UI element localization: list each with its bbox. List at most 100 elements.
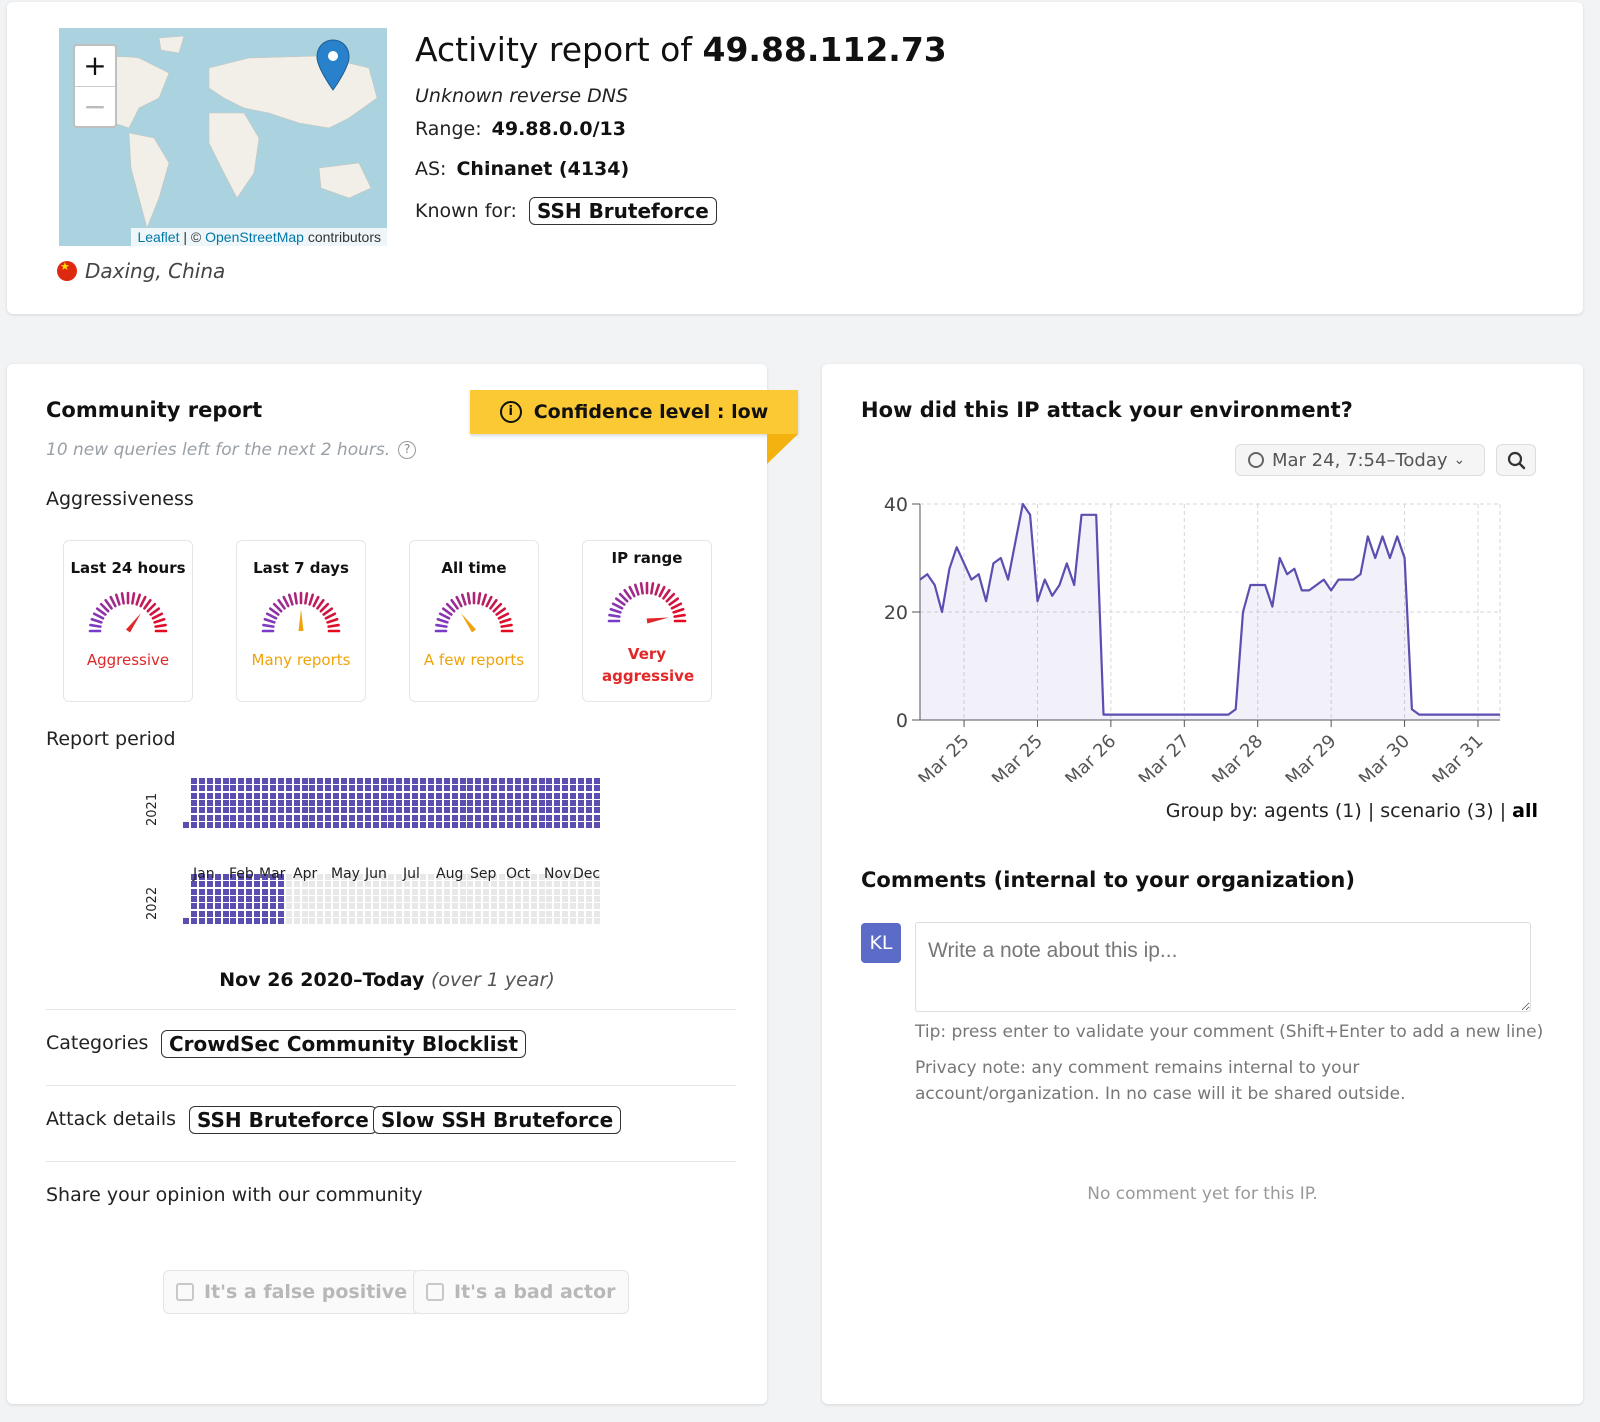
heatmap-cell: [285, 888, 292, 895]
gauge-tick: [312, 595, 320, 608]
heatmap-cell: [420, 888, 426, 895]
heatmap-cell: [214, 910, 221, 917]
heatmap-cell: [341, 888, 347, 895]
heatmap-cell: [277, 814, 284, 821]
gauge-tick: [623, 588, 632, 600]
heatmap-cell: [506, 778, 513, 784]
gauge-card: IP range Very aggressive: [582, 540, 712, 702]
heatmap-cell: [388, 917, 395, 924]
heatmap-cell: [348, 910, 355, 917]
heatmap-cell: [467, 807, 474, 814]
attack-detail-tag[interactable]: Slow SSH Bruteforce: [373, 1106, 622, 1134]
heatmap-cell: [301, 778, 308, 784]
heatmap-cell: [277, 910, 284, 917]
heatmap-cell: [364, 814, 371, 821]
heatmap-cell: [262, 910, 268, 917]
category-tag[interactable]: CrowdSec Community Blocklist: [161, 1030, 527, 1058]
group-by-options[interactable]: Group by: agents (1) | scenario (3) |: [1166, 800, 1506, 822]
heatmap-cell: [285, 792, 292, 799]
heatmap-cell: [514, 814, 521, 821]
attack-timeline-chart: 0 20 40 Mar 25 Mar 25 Mar 26 Mar 27 Mar 28 Mar 2…: [884, 494, 1501, 782]
known-for-tag[interactable]: SSH Bruteforce: [528, 197, 717, 225]
gauge-tick: [104, 598, 113, 610]
attack-detail-tag[interactable]: SSH Bruteforce: [189, 1106, 377, 1134]
group-by-all[interactable]: all: [1512, 800, 1538, 822]
heatmap-cell: [546, 785, 553, 792]
heatmap-cell: [522, 895, 529, 902]
heatmap-cell: [333, 807, 340, 814]
bad-actor-checkbox[interactable]: It's a bad actor: [413, 1270, 629, 1314]
location-map[interactable]: + − Leaflet | © OpenStreetMap contributo…: [59, 28, 387, 246]
zoom-out-button[interactable]: −: [75, 86, 115, 126]
heatmap-cell: [190, 881, 197, 888]
heatmap-cell: [317, 821, 324, 828]
heatmap-cell: [341, 821, 347, 828]
heatmap-cell: [348, 785, 355, 792]
heatmap-cell: [578, 785, 584, 792]
gauge-tick: [319, 602, 330, 613]
heatmap-cell: [530, 814, 537, 821]
heatmap-cell: [538, 807, 545, 814]
month-label: Jun: [365, 866, 387, 882]
zoom-in-button[interactable]: +: [75, 46, 115, 86]
gauge-tick: [304, 592, 309, 605]
heatmap-cell: [293, 814, 300, 821]
heatmap-cell: [190, 778, 197, 784]
gauge-tick: [672, 607, 685, 614]
ip-summary-card: + − Leaflet | © OpenStreetMap contributo…: [7, 2, 1583, 314]
heatmap-cell: [214, 821, 221, 828]
question-circle-icon[interactable]: ?: [398, 441, 417, 459]
gauge-tick: [262, 623, 275, 628]
heatmap-cell: [451, 814, 458, 821]
map-marker-icon[interactable]: [315, 38, 351, 94]
heatmap-cell: [388, 792, 395, 799]
privacy-note: Privacy note: any comment remains intern…: [915, 1058, 1406, 1104]
heatmap-cell: [404, 895, 411, 902]
comment-input[interactable]: [915, 922, 1531, 1012]
chevron-down-icon: ⌄: [1453, 452, 1466, 468]
gauge-tick: [146, 602, 157, 613]
gauge-tick: [477, 592, 482, 605]
false-positive-checkbox[interactable]: It's a false positive: [163, 1270, 421, 1314]
heatmap-cell: [451, 903, 458, 910]
leaflet-link[interactable]: Leaflet: [137, 229, 179, 245]
heatmap-cell: [206, 814, 213, 821]
heatmap-cell: [341, 881, 347, 888]
heatmap-cell: [491, 785, 498, 792]
heatmap-cell: [412, 792, 419, 799]
heatmap-cell: [467, 785, 474, 792]
heatmap-cell: [451, 910, 458, 917]
heatmap-cell: [412, 903, 419, 910]
heatmap-cell: [530, 821, 537, 828]
gauge-tick: [272, 602, 283, 613]
gauge-tick: [287, 593, 294, 606]
time-range-dropdown[interactable]: Mar 24, 7:54–Today ⌄: [1235, 444, 1485, 476]
heatmap-cell: [238, 792, 245, 799]
heatmap-cell: [530, 792, 537, 799]
heatmap-cell: [269, 799, 276, 806]
gauge-tick: [153, 617, 166, 624]
heatmap-cell: [396, 814, 403, 821]
heatmap-cell: [467, 821, 474, 828]
heatmap-cell: [427, 807, 434, 814]
comment-tip: Tip: press enter to validate your commen…: [915, 1022, 1544, 1042]
heatmap-cell: [570, 792, 577, 799]
heatmap-cell: [475, 910, 482, 917]
month-label: Feb: [229, 866, 254, 882]
heatmap-cell: [546, 792, 553, 799]
zoom-search-button[interactable]: [1496, 444, 1536, 476]
heatmap-cell: [206, 903, 213, 910]
gauge-level-label: A few reports: [423, 651, 525, 669]
heatmap-cell: [372, 807, 379, 814]
heatmap-cell: [483, 821, 490, 828]
heatmap-cell: [451, 881, 458, 888]
heatmap-cell: [506, 881, 513, 888]
heatmap-cell: [317, 903, 324, 910]
heatmap-cell: [578, 792, 584, 799]
heatmap-cell: [356, 799, 363, 806]
openstreetmap-link[interactable]: OpenStreetMap: [205, 229, 304, 245]
gauge-tick: [466, 592, 471, 605]
heatmap-cell: [420, 799, 426, 806]
heatmap-cell: [514, 821, 521, 828]
heatmap-cell: [435, 917, 442, 924]
